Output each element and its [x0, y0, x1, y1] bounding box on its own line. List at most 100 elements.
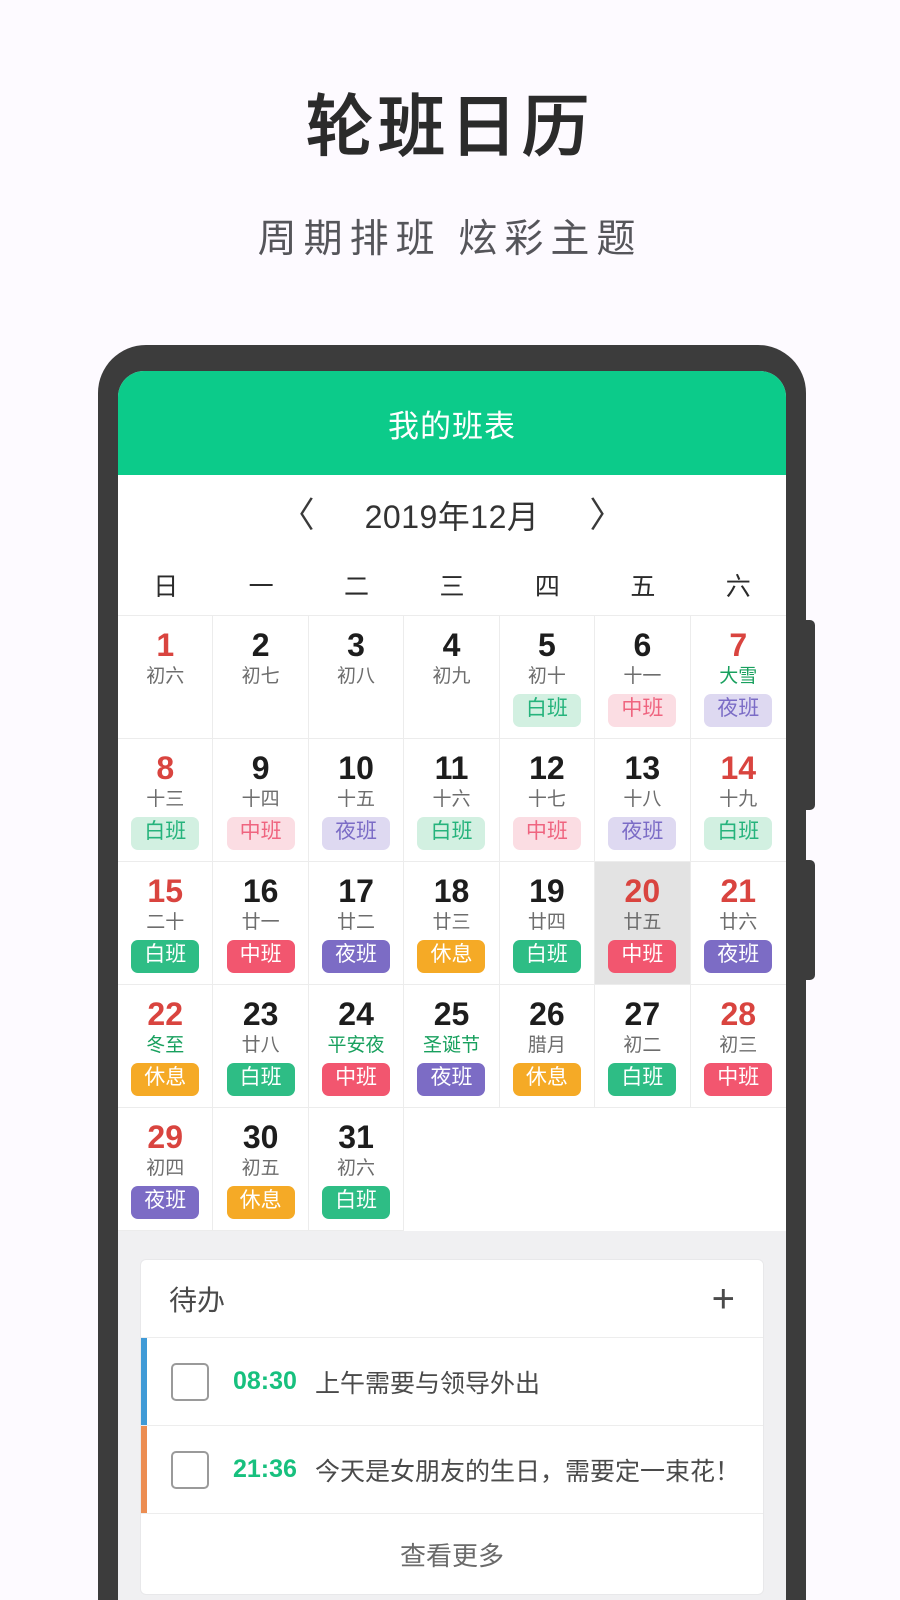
day-number: 25 [433, 996, 470, 1032]
calendar-empty-cell [404, 1108, 500, 1231]
month-label[interactable]: 2019年12月 [365, 492, 540, 538]
shift-badge: 白班 [512, 694, 581, 727]
calendar-day-cell[interactable]: 22 冬至 休息 [118, 985, 214, 1108]
shift-badge: 中班 [322, 1063, 391, 1096]
lunar-label: 冬至 [146, 1034, 185, 1056]
calendar-day-cell[interactable]: 17 廿二 夜班 [308, 862, 405, 985]
calendar-day-cell[interactable]: 23 廿八 白班 [213, 985, 309, 1108]
shift-badge: 休息 [131, 1063, 200, 1096]
calendar-day-cell[interactable]: 10 十五 夜班 [308, 739, 405, 862]
shift-badge: 中班 [608, 694, 677, 727]
calendar-day-cell[interactable]: 13 十八 夜班 [595, 739, 691, 862]
promo-header: 轮班日历 周期排班 炫彩主题 [0, 0, 900, 264]
todo-header: 待办 + [141, 1260, 763, 1338]
calendar-day-cell[interactable]: 21 廿六 夜班 [690, 862, 786, 985]
todo-checkbox[interactable] [171, 1450, 209, 1489]
next-month-icon[interactable]: 〉 [585, 498, 628, 533]
shift-badge: 白班 [417, 817, 486, 850]
todo-time: 21:36 [233, 1455, 297, 1483]
weekday-label: 一 [248, 573, 274, 601]
calendar-day-cell[interactable]: 6 十一中班 [595, 616, 691, 739]
calendar-day-cell[interactable]: 31 初六 白班 [308, 1108, 405, 1231]
shift-badge: 休息 [512, 1063, 581, 1096]
calendar-day-cell[interactable]: 18 廿三 休息 [404, 862, 500, 985]
todo-text: 今天是女朋友的生日，需要定一束花！ [314, 1457, 740, 1486]
lunar-label: 廿五 [623, 911, 662, 933]
calendar-card: 〈 2019年12月 〉 日一二三四五六 1 初六 2 初七 3 初八 4 初九 5 初十 白班 6 十… [118, 475, 786, 1231]
calendar-grid: 1 初六 2 初七 3 初八 4 初九 5 初十 白班 6 十一 中班 7 大雪 夜班 8 十三 白班 9 十四 中班 10 十… [118, 615, 786, 1231]
calendar-empty-cell [690, 1108, 786, 1231]
calendar-day-cell[interactable]: 29 初四 夜班 [118, 1108, 214, 1231]
day-number: 15 [147, 873, 183, 909]
shift-badge: 白班 [608, 1063, 677, 1096]
lunar-label: 十八 [623, 788, 662, 810]
weekday-label: 二 [344, 573, 370, 601]
todo-text: 上午需要与领导外出 [314, 1369, 540, 1398]
weekday-label: 五 [630, 573, 656, 601]
calendar-day-cell[interactable]: 28 初三 中班 [690, 985, 786, 1108]
day-number: 1 [156, 627, 175, 663]
calendar-day-cell[interactable]: 3 初八 [308, 616, 405, 739]
shift-badge: 中班 [512, 817, 581, 850]
lunar-label: 十三 [146, 788, 185, 810]
lunar-label: 十一 [623, 665, 662, 687]
day-number: 24 [338, 996, 374, 1032]
calendar-day-cell[interactable]: 1 初六 [118, 616, 214, 739]
shift-badge: 夜班 [131, 1186, 200, 1219]
calendar-day-cell[interactable]: 8 十三 白班 [118, 739, 214, 862]
shift-badge: 夜班 [704, 940, 773, 973]
lunar-label: 初六 [337, 1157, 376, 1179]
calendar-day-cell[interactable]: 5 初十白班 [499, 616, 596, 739]
month-navigation: 〈 2019年12月 〉 [118, 475, 786, 555]
view-more-button[interactable]: 查看更多 [141, 1514, 763, 1594]
weekday-label: 日 [153, 573, 179, 601]
prev-month-icon[interactable]: 〈 [276, 498, 319, 533]
calendar-day-cell[interactable]: 15 二十 白班 [118, 862, 214, 985]
todo-checkbox[interactable] [171, 1362, 209, 1401]
lunar-label: 十七 [527, 788, 566, 810]
calendar-day-cell[interactable]: 2 初七 [213, 616, 309, 739]
calendar-day-cell[interactable]: 12 十七 中班 [499, 739, 596, 862]
todo-color-bar [141, 1338, 147, 1425]
calendar-day-cell[interactable]: 11 十六 白班 [404, 739, 500, 862]
lunar-label: 初七 [241, 665, 280, 687]
calendar-day-cell[interactable]: 24 平安夜中班 [308, 985, 405, 1108]
day-number: 2 [251, 627, 270, 663]
phone-volume-button [804, 620, 815, 810]
day-number: 16 [242, 873, 279, 909]
lunar-label: 十六 [432, 788, 471, 810]
calendar-day-cell[interactable]: 7 大雪 夜班 [690, 616, 786, 739]
calendar-day-cell[interactable]: 27 初二 白班 [595, 985, 691, 1108]
lunar-label: 平安夜 [327, 1034, 385, 1056]
day-number: 13 [624, 750, 661, 786]
app-bar-title: 我的班表 [388, 408, 516, 444]
todo-time: 08:30 [233, 1367, 297, 1395]
section-divider [118, 1231, 786, 1259]
shift-badge: 中班 [226, 817, 295, 850]
calendar-day-cell[interactable]: 30 初五 休息 [213, 1108, 309, 1231]
day-number: 5 [538, 627, 556, 663]
calendar-day-cell[interactable]: 4 初九 [404, 616, 500, 739]
todo-header-title: 待办 [169, 1284, 226, 1316]
calendar-day-cell[interactable]: 16 廿一 中班 [213, 862, 309, 985]
calendar-day-cell[interactable]: 9 十四 中班 [213, 739, 309, 862]
shift-badge: 休息 [417, 940, 486, 973]
day-number: 8 [156, 750, 175, 786]
weekday-header: 日一二三四五六 [118, 555, 786, 615]
calendar-day-cell[interactable]: 20 廿五 中班 [595, 862, 691, 985]
promo-page: 轮班日历 周期排班 炫彩主题 我的班表 〈 2019年12月 〉 日 一 二 三 四 五 六 [0, 0, 900, 1600]
day-number: 6 [633, 627, 652, 663]
calendar-day-cell[interactable]: 19 廿四 白班 [499, 862, 596, 985]
calendar-day-cell[interactable]: 25 圣诞节 夜班 [404, 985, 500, 1108]
calendar-empty-cell [595, 1108, 691, 1231]
todo-card: 待办 + 08:30 上午需要与领导外出 21:36 今天是女朋友的生日，需要定一束花… [140, 1259, 764, 1595]
todo-item[interactable]: 21:36 今天是女朋友的生日，需要定一束花！ [141, 1426, 763, 1514]
calendar-day-cell[interactable]: 26 腊月 休息 [499, 985, 596, 1108]
add-todo-icon[interactable]: + [712, 1279, 735, 1319]
day-number: 9 [251, 750, 270, 786]
lunar-label: 初十 [527, 665, 566, 687]
calendar-day-cell[interactable]: 14 十九 白班 [690, 739, 786, 862]
shift-badge: 中班 [608, 940, 677, 973]
lunar-label: 十九 [719, 788, 758, 810]
todo-item[interactable]: 08:30 上午需要与领导外出 [141, 1338, 763, 1426]
